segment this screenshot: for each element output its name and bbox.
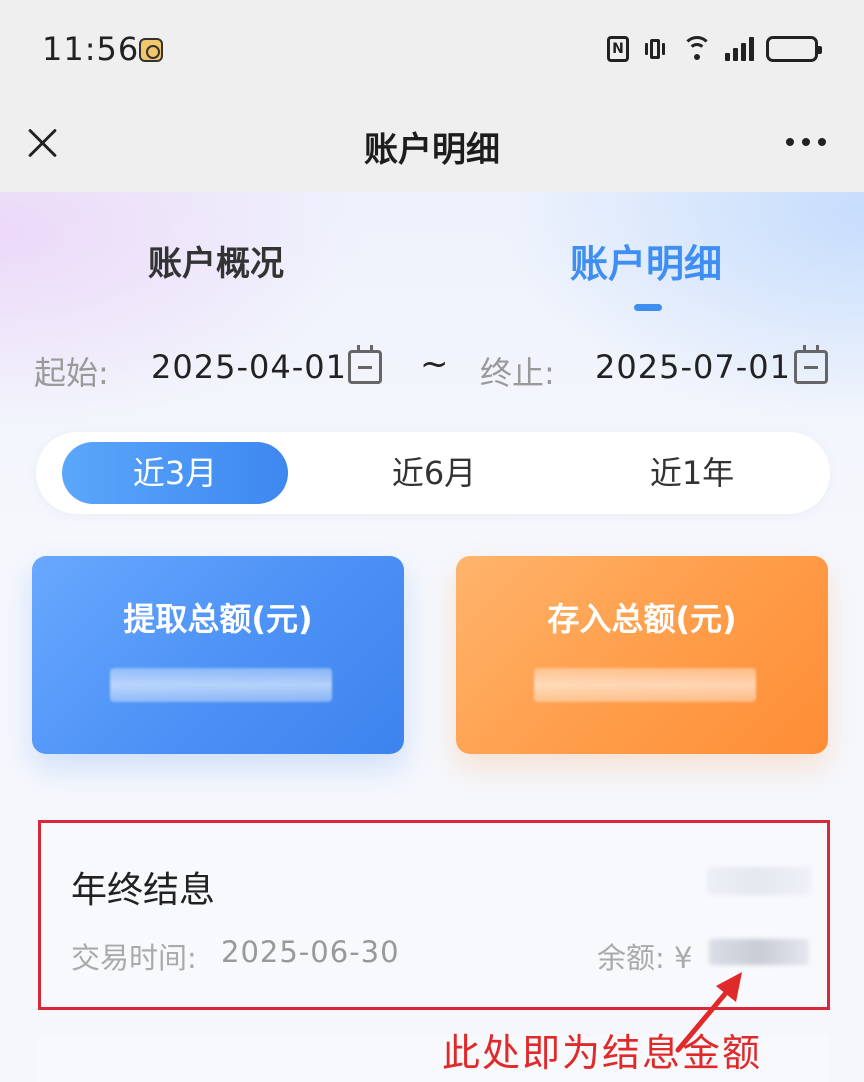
signal-icon	[725, 37, 754, 61]
withdraw-total-card: 提取总额(元)	[32, 556, 404, 754]
deposit-total-redacted	[534, 668, 756, 702]
tab-bar: 账户概况 账户明细	[0, 236, 864, 316]
main-content: 账户概况 账户明细 起始: 2025-04-01 ~ 终止: 2025-07-0…	[0, 192, 864, 1082]
date-separator: ~	[420, 344, 449, 384]
nfc-icon: N	[607, 36, 629, 62]
title-bar: 账户明细	[0, 100, 864, 192]
deposit-total-title: 存入总额(元)	[547, 600, 737, 638]
transaction-time-value: 2025-06-30	[221, 935, 400, 969]
status-time: 11:56	[42, 30, 140, 68]
date-filter: 起始: 2025-04-01 ~ 终止: 2025-07-01	[0, 344, 864, 394]
transaction-name: 年终结息	[71, 870, 216, 911]
range-selector: 近3月 近6月 近1年	[36, 432, 830, 514]
end-date-label: 终止:	[480, 354, 555, 392]
start-date-label: 起始:	[34, 354, 109, 392]
range-3-months[interactable]: 近3月	[62, 442, 288, 504]
deposit-total-card: 存入总额(元)	[456, 556, 828, 754]
range-6-months[interactable]: 近6月	[354, 442, 514, 504]
more-icon[interactable]	[786, 138, 826, 146]
tab-account-detail[interactable]: 账户明细	[570, 233, 722, 288]
annotation-text: 此处即为结息金额	[442, 1031, 763, 1075]
tab-account-overview[interactable]: 账户概况	[148, 236, 284, 285]
wifi-icon	[681, 36, 713, 62]
end-date-value[interactable]: 2025-07-01	[595, 348, 791, 386]
battery-icon	[766, 36, 822, 62]
withdraw-total-title: 提取总额(元)	[123, 600, 313, 638]
balance-redacted	[709, 939, 809, 965]
active-tab-indicator	[634, 304, 662, 311]
start-calendar-icon[interactable]	[348, 345, 382, 384]
range-1-year[interactable]: 近1年	[612, 442, 772, 504]
page-title: 账户明细	[364, 130, 500, 170]
transaction-amount-redacted	[707, 867, 811, 895]
status-bar: 11:56 N	[0, 0, 864, 100]
withdraw-total-redacted	[110, 668, 332, 702]
transaction-name: 汇缴	[68, 1072, 140, 1082]
status-icons: N	[607, 34, 822, 64]
vibrate-icon	[641, 36, 669, 62]
transaction-time-label: 交易时间:	[71, 941, 197, 975]
end-calendar-icon[interactable]	[794, 345, 828, 384]
app-notification-icon	[139, 38, 163, 62]
start-date-value[interactable]: 2025-04-01	[151, 348, 347, 386]
